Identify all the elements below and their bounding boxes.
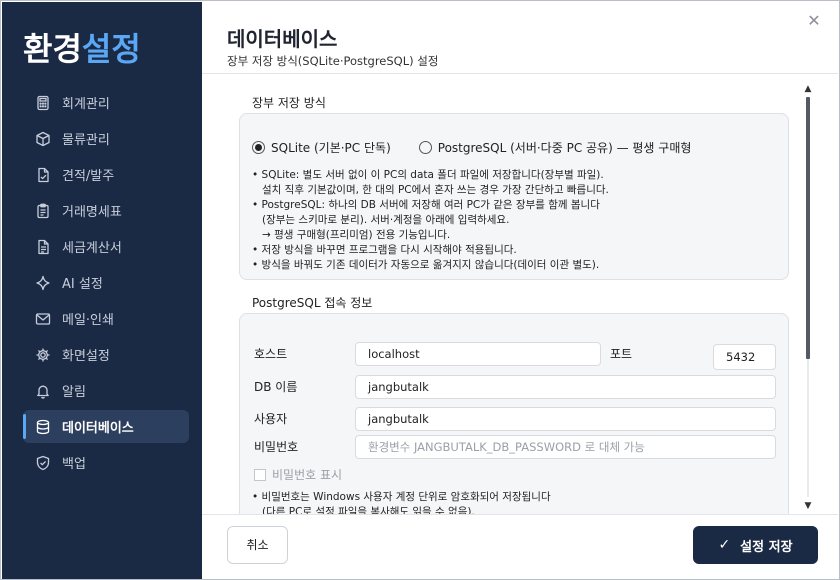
page-title: 데이터베이스 xyxy=(227,27,338,51)
shield-check-icon xyxy=(36,455,50,470)
password-input[interactable]: 환경변수 JANGBUTALK_DB_PASSWORD 로 대체 가능 xyxy=(355,435,776,459)
postgres-option-label[interactable]: PostgreSQL (서버·다중 PC 공유) — 평생 구매형 xyxy=(438,139,692,156)
postgres-section-label: PostgreSQL 접속 정보 xyxy=(252,296,373,310)
sidebar-item-notifications[interactable]: 알림 xyxy=(23,374,189,407)
db-name-input[interactable]: jangbutalk xyxy=(355,375,776,399)
close-icon[interactable]: ✕ xyxy=(805,12,823,30)
sparkle-icon xyxy=(36,275,50,290)
settings-window: 환경설정 회계관리 물류관리 견적/발주 거래명세표 세금계산서 AI 설정 메… xyxy=(0,0,840,580)
cancel-button[interactable]: 취소 xyxy=(227,526,288,564)
note-line: • PostgreSQL: 하나의 DB 서버에 저장해 여러 PC가 같은 장… xyxy=(252,199,600,211)
show-password-row: 비밀번호 표시 xyxy=(254,466,342,483)
note-line: • 방식을 바꿔도 기존 데이터가 자동으로 옮겨지지 않습니다(데이터 이관 … xyxy=(252,259,600,271)
sidebar-item-logistics[interactable]: 물류관리 xyxy=(23,122,189,155)
database-icon xyxy=(36,419,50,434)
note-line: • 비밀번호는 Windows 사용자 계정 단위로 암호화되어 저장됩니다 xyxy=(252,491,551,503)
scroll-down-icon[interactable]: ▼ xyxy=(802,500,814,512)
check-icon: ✓ xyxy=(718,537,731,553)
document-lines-icon xyxy=(38,239,49,254)
sidebar-item-ai-settings[interactable]: AI 설정 xyxy=(23,266,189,299)
sqlite-radio[interactable] xyxy=(252,141,265,154)
postgres-panel: 호스트 localhost 포트 5432 DB 이름 jangbutalk 사… xyxy=(239,313,789,514)
sidebar-item-label: 세금계산서 xyxy=(62,241,122,256)
clipboard-icon xyxy=(37,203,49,218)
brand-part2: 설정 xyxy=(81,30,141,68)
brand-part1: 환경 xyxy=(23,30,82,68)
show-password-checkbox[interactable] xyxy=(254,468,266,481)
port-label: 포트 xyxy=(610,347,633,361)
sidebar-item-label: 물류관리 xyxy=(62,133,110,148)
user-input[interactable]: jangbutalk xyxy=(355,407,776,431)
bell-icon xyxy=(37,385,49,399)
box-icon xyxy=(36,131,50,146)
brand-title: 환경설정 xyxy=(23,24,141,70)
save-button-label: 설정 저장 xyxy=(740,539,793,555)
sidebar-item-label: 알림 xyxy=(62,385,86,400)
calculator-icon xyxy=(37,95,49,110)
sidebar-item-backup[interactable]: 백업 xyxy=(23,446,189,479)
note-line: → 평생 구매형(프리미엄) 전용 기능입니다. xyxy=(252,229,451,241)
sidebar: 환경설정 회계관리 물류관리 견적/발주 거래명세표 세금계산서 AI 설정 메… xyxy=(2,2,202,579)
user-label: 사용자 xyxy=(254,412,288,426)
gear-icon xyxy=(36,348,50,361)
sidebar-item-quote-order[interactable]: 견적/발주 xyxy=(23,158,189,191)
host-label: 호스트 xyxy=(254,347,288,361)
header-divider xyxy=(202,73,838,74)
sqlite-option-label[interactable]: SQLite (기본·PC 단독) xyxy=(271,139,391,156)
settings-content: 장부 저장 방식 SQLite (기본·PC 단독) PostgreSQL (서… xyxy=(227,81,799,514)
sidebar-item-label: 데이터베이스 xyxy=(62,421,134,436)
sidebar-item-mail-print[interactable]: 메일·인쇄 xyxy=(23,302,189,335)
mail-icon xyxy=(35,312,51,325)
note-line: • SQLite: 별도 서버 없이 이 PC의 data 폴더 파일에 저장합… xyxy=(252,169,604,181)
footer-divider xyxy=(202,514,838,515)
sidebar-item-statement[interactable]: 거래명세표 xyxy=(23,194,189,227)
password-label: 비밀번호 xyxy=(254,440,299,454)
sidebar-item-database[interactable]: 데이터베이스 xyxy=(23,410,189,443)
host-input[interactable]: localhost xyxy=(355,342,601,366)
scroll-thumb[interactable] xyxy=(806,97,810,359)
document-check-icon xyxy=(38,167,49,182)
sidebar-item-label: 회계관리 xyxy=(62,97,110,112)
sidebar-nav: 회계관리 물류관리 견적/발주 거래명세표 세금계산서 AI 설정 메일·인쇄 … xyxy=(23,86,189,482)
page-subtitle: 장부 저장 방식(SQLite·PostgreSQL) 설정 xyxy=(227,54,439,68)
sidebar-item-label: 견적/발주 xyxy=(62,169,115,184)
show-password-label[interactable]: 비밀번호 표시 xyxy=(272,466,342,483)
storage-panel: SQLite (기본·PC 단독) PostgreSQL (서버·다중 PC 공… xyxy=(239,113,789,280)
sidebar-item-label: 메일·인쇄 xyxy=(62,313,114,328)
storage-notes: • SQLite: 별도 서버 없이 이 PC의 data 폴더 파일에 저장합… xyxy=(252,168,609,273)
port-input[interactable]: 5432 xyxy=(713,344,776,370)
storage-section-label: 장부 저장 방식 xyxy=(252,96,326,110)
sidebar-item-label: 백업 xyxy=(62,457,86,472)
postgres-radio[interactable] xyxy=(418,141,432,154)
note-line: (장부는 스키마로 분리). 서버·계정을 아래에 입력하세요. xyxy=(252,214,510,226)
sidebar-item-display[interactable]: 화면설정 xyxy=(23,338,189,371)
password-notes: • 비밀번호는 Windows 사용자 계정 단위로 암호화되어 저장됩니다 (… xyxy=(252,490,551,514)
content-scrollbar[interactable]: ▲ ▼ xyxy=(801,81,815,514)
scroll-up-icon[interactable]: ▲ xyxy=(802,83,814,95)
sidebar-item-label: AI 설정 xyxy=(62,277,103,292)
sidebar-item-label: 거래명세표 xyxy=(62,205,122,220)
storage-options: SQLite (기본·PC 단독) PostgreSQL (서버·다중 PC 공… xyxy=(252,139,691,156)
sidebar-item-label: 화면설정 xyxy=(62,349,110,364)
save-settings-button[interactable]: ✓ 설정 저장 xyxy=(693,526,818,564)
db-name-label: DB 이름 xyxy=(254,380,298,394)
sidebar-item-accounting[interactable]: 회계관리 xyxy=(23,86,189,119)
note-line: 설치 직후 기본값이며, 한 대의 PC에서 혼자 쓰는 경우 가장 간단하고 … xyxy=(252,184,609,196)
sidebar-item-tax-invoice[interactable]: 세금계산서 xyxy=(23,230,189,263)
note-line: (다른 PC로 설정 파일을 복사해도 읽을 수 없음). xyxy=(252,506,475,514)
note-line: • 저장 방식을 바꾸면 프로그램을 다시 시작해야 적용됩니다. xyxy=(252,244,517,256)
